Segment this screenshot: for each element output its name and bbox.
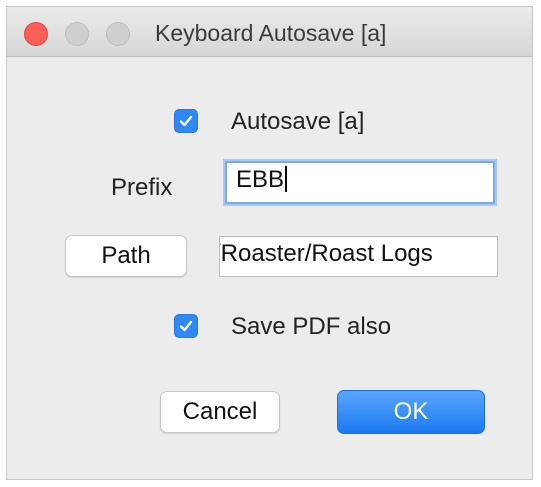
prefix-label: Prefix xyxy=(111,174,173,201)
path-field[interactable]: /Roaster/Roast Logs xyxy=(219,236,498,277)
text-caret xyxy=(285,166,288,192)
path-value: /Roaster/Roast Logs xyxy=(219,240,433,267)
prefix-value: EBB xyxy=(236,166,285,193)
checkmark-icon xyxy=(179,320,193,332)
cancel-button[interactable]: Cancel xyxy=(160,391,280,433)
save-pdf-label: Save PDF also xyxy=(231,313,392,340)
autosave-label: Autosave [a] xyxy=(231,108,365,135)
checkmark-icon xyxy=(179,115,193,127)
path-button[interactable]: Path xyxy=(65,235,187,277)
dialog-window: Keyboard Autosave [a] Autosave [a] Prefi… xyxy=(6,6,533,480)
close-window-icon[interactable] xyxy=(24,22,48,46)
minimize-window-icon xyxy=(65,22,89,46)
window-title: Keyboard Autosave [a] xyxy=(155,20,387,46)
title-bar: Keyboard Autosave [a] xyxy=(7,7,532,57)
prefix-input[interactable]: EBB xyxy=(225,161,495,204)
ok-button[interactable]: OK xyxy=(337,390,485,434)
zoom-window-icon xyxy=(106,22,130,46)
autosave-checkbox[interactable] xyxy=(174,109,198,133)
save-pdf-checkbox[interactable] xyxy=(174,314,198,338)
